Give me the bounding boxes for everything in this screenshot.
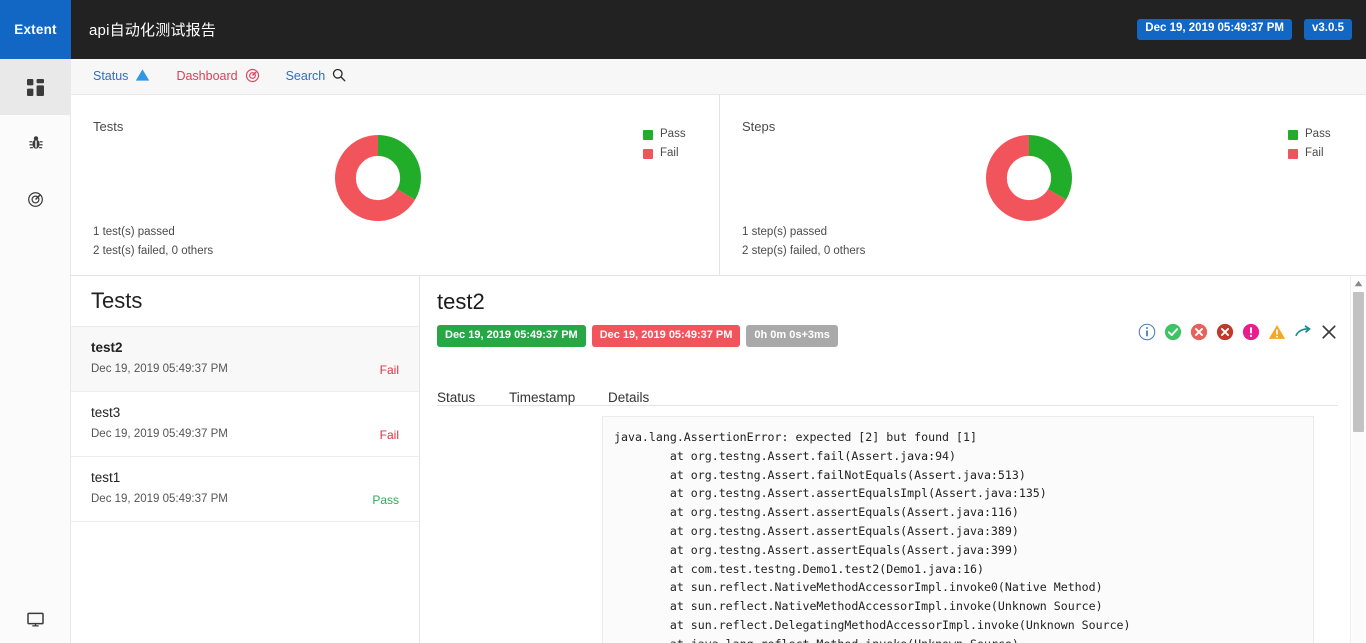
- grid-dashboard-icon: [27, 78, 44, 96]
- dashboard-icon: [245, 68, 260, 86]
- steps-chart-title: Steps: [742, 119, 776, 134]
- exception-stacktrace: java.lang.AssertionError: expected [2] b…: [602, 416, 1314, 643]
- test-timestamp: Dec 19, 2019 05:49:37 PM: [91, 363, 228, 375]
- steps-failed-text: 2 step(s) failed, 0 others: [742, 245, 866, 257]
- tab-search[interactable]: Search: [286, 68, 347, 85]
- steps-chart-legend: Pass Fail: [1288, 125, 1331, 163]
- warning-triangle-icon[interactable]: [1268, 323, 1286, 341]
- summary-charts: Tests Pass Fail 1 test(s) passed 2 test(…: [71, 95, 1366, 276]
- end-time-badge: Dec 19, 2019 05:49:37 PM: [591, 325, 741, 347]
- test-name: test1: [91, 470, 121, 485]
- test-timestamp: Dec 19, 2019 05:49:37 PM: [91, 428, 228, 440]
- tab-dashboard-label: Dashboard: [176, 69, 238, 84]
- rail-item-exceptions[interactable]: [0, 115, 71, 171]
- legend-item-fail: Fail: [1288, 144, 1331, 163]
- detail-badge-row: Dec 19, 2019 05:49:37 PM Dec 19, 2019 05…: [437, 325, 838, 347]
- test-list-item[interactable]: test2 Dec 19, 2019 05:49:37 PM Fail: [71, 327, 419, 392]
- bug-icon: [28, 135, 44, 151]
- tests-chart-summary: 1 test(s) passed 2 test(s) failed, 0 oth…: [93, 223, 213, 261]
- tab-status-label: Status: [93, 69, 129, 84]
- rail-item-display[interactable]: [0, 600, 71, 643]
- tab-status[interactable]: Status: [93, 68, 150, 85]
- start-time-badge: Dec 19, 2019 05:49:37 PM: [437, 325, 586, 347]
- exclamation-circle-icon[interactable]: [1242, 323, 1260, 341]
- extent-report-page: Extent api自动化测试报告 Dec 19, 2019 05:49:37 …: [0, 0, 1366, 643]
- tests-failed-text: 2 test(s) failed, 0 others: [93, 245, 214, 257]
- detail-scrollbar[interactable]: [1350, 276, 1366, 643]
- fatal-circle-icon[interactable]: [1216, 323, 1234, 341]
- test-name: test2: [91, 340, 123, 355]
- tab-dashboard[interactable]: Dashboard: [176, 68, 259, 86]
- tests-donut-chart: [335, 135, 421, 226]
- legend-label-pass: Pass: [660, 128, 686, 140]
- report-title: api自动化测试报告: [89, 22, 217, 39]
- steps-passed-text: 1 step(s) passed: [742, 226, 828, 238]
- test-list-item[interactable]: test3 Dec 19, 2019 05:49:37 PM Fail: [71, 392, 419, 457]
- column-header-timestamp: Timestamp: [509, 390, 576, 405]
- skip-arrow-icon[interactable]: [1294, 323, 1312, 341]
- info-icon[interactable]: [1138, 323, 1156, 341]
- legend-label-fail: Fail: [660, 147, 679, 159]
- steps-donut-svg: [986, 135, 1072, 221]
- steps-chart-panel: Steps Pass Fail 1 step(s) passed 2 step(…: [720, 95, 1365, 275]
- test-status-badge: Fail: [379, 428, 399, 442]
- test-status-badge: Pass: [372, 493, 399, 507]
- close-icon[interactable]: [1320, 323, 1338, 341]
- scrollbar-track[interactable]: [1353, 432, 1364, 643]
- nav-bar: Status Dashboard Search: [71, 59, 1366, 95]
- brand-logo-label: Extent: [14, 22, 57, 37]
- tests-passed-text: 1 test(s) passed: [93, 226, 175, 238]
- steps-donut-chart: [986, 135, 1072, 226]
- detail-icon-toolbar: [1138, 323, 1338, 341]
- version-badge: v3.0.5: [1304, 19, 1352, 40]
- report-timestamp-badge: Dec 19, 2019 05:49:37 PM: [1137, 19, 1293, 40]
- header-badges: Dec 19, 2019 05:49:37 PM v3.0.5: [1137, 19, 1352, 40]
- legend-item-pass: Pass: [643, 125, 686, 144]
- top-header-bar: api自动化测试报告 Dec 19, 2019 05:49:37 PM v3.0…: [71, 0, 1366, 59]
- legend-swatch-fail-icon: [1288, 148, 1298, 159]
- test-list-item[interactable]: test1 Dec 19, 2019 05:49:37 PM Pass: [71, 457, 419, 522]
- check-circle-icon[interactable]: [1164, 323, 1182, 341]
- legend-item-fail: Fail: [643, 144, 686, 163]
- tests-list-heading: Tests: [71, 276, 419, 327]
- column-header-status: Status: [437, 390, 476, 405]
- test-name: test3: [91, 405, 121, 420]
- tests-chart-legend: Pass Fail: [643, 125, 686, 163]
- test-detail-panel: test2 Dec 19, 2019 05:49:37 PM Dec 19, 2…: [420, 276, 1366, 643]
- legend-label-fail: Fail: [1305, 147, 1324, 159]
- legend-label-pass: Pass: [1305, 128, 1331, 140]
- duration-badge: 0h 0m 0s+3ms: [746, 325, 838, 347]
- tab-search-label: Search: [285, 69, 326, 84]
- detail-test-title: test2: [437, 289, 485, 314]
- target-dashboard-icon: [27, 191, 44, 208]
- legend-swatch-pass-icon: [1288, 129, 1298, 140]
- tests-list-panel: Tests test2 Dec 19, 2019 05:49:37 PM Fai…: [71, 276, 420, 643]
- column-header-details: Details: [608, 390, 650, 405]
- test-status-badge: Fail: [379, 363, 399, 377]
- tests-chart-title: Tests: [93, 119, 124, 134]
- rail-item-dashboard[interactable]: [0, 59, 71, 115]
- triangle-up-icon: [135, 68, 150, 85]
- icon-rail: Extent: [0, 0, 71, 643]
- search-icon: [332, 68, 346, 85]
- scrollbar-thumb[interactable]: [1353, 292, 1364, 432]
- tests-chart-panel: Tests Pass Fail 1 test(s) passed 2 test(…: [71, 95, 720, 275]
- rail-item-analytics[interactable]: [0, 171, 71, 227]
- scroll-up-arrow-icon[interactable]: [1351, 276, 1366, 291]
- legend-swatch-fail-icon: [643, 148, 653, 159]
- lower-region: Tests test2 Dec 19, 2019 05:49:37 PM Fai…: [71, 276, 1366, 643]
- test-timestamp: Dec 19, 2019 05:49:37 PM: [91, 493, 228, 505]
- brand-logo[interactable]: Extent: [0, 0, 71, 59]
- legend-swatch-pass-icon: [643, 129, 653, 140]
- tests-donut-svg: [335, 135, 421, 221]
- error-circle-icon[interactable]: [1190, 323, 1208, 341]
- log-table-header: Status Timestamp Details: [437, 376, 1338, 406]
- monitor-icon: [27, 612, 44, 632]
- steps-chart-summary: 1 step(s) passed 2 step(s) failed, 0 oth…: [742, 223, 865, 261]
- legend-item-pass: Pass: [1288, 125, 1331, 144]
